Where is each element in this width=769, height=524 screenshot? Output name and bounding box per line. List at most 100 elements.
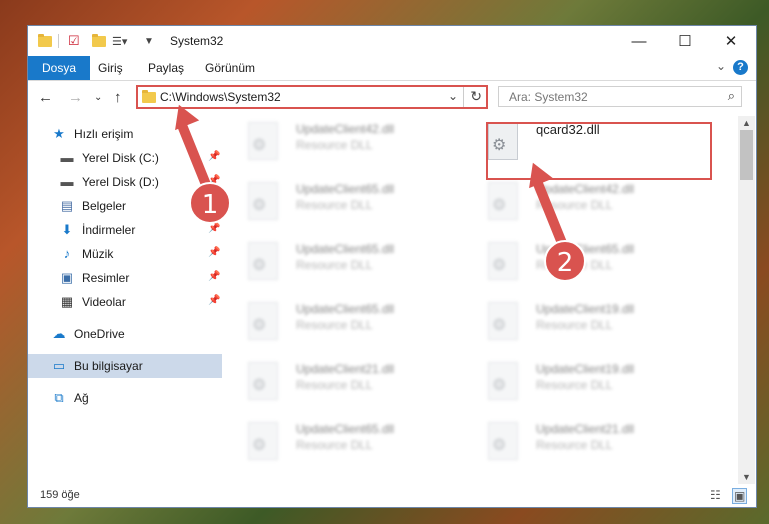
dll-file-icon: ⚙ bbox=[248, 242, 278, 280]
highlight-box bbox=[486, 122, 712, 180]
qat-dropdown-icon[interactable]: ▼ bbox=[144, 33, 154, 49]
sidebar-item-label: Yerel Disk (D:) bbox=[82, 175, 159, 189]
tab-share[interactable]: Paylaş bbox=[136, 56, 196, 80]
pin-icon: 📌 bbox=[208, 295, 221, 306]
recent-locations-icon[interactable]: ⌄ bbox=[94, 92, 102, 103]
tab-file[interactable]: Dosya bbox=[28, 56, 91, 80]
folder-icon bbox=[142, 90, 156, 103]
scrollbar-thumb[interactable] bbox=[740, 130, 753, 180]
sidebar-item-label: Ağ bbox=[74, 391, 89, 405]
up-arrow-icon[interactable]: ↑ bbox=[114, 89, 122, 106]
sidebar-item-pictures[interactable]: ▣ Resimler 📌 bbox=[28, 266, 222, 290]
download-icon: ⬇ bbox=[61, 222, 73, 237]
dll-file-icon: ⚙ bbox=[248, 302, 278, 340]
dll-file-icon: ⚙ bbox=[248, 182, 278, 220]
file-type: Resource DLL bbox=[536, 318, 613, 332]
sidebar-item-label: Videolar bbox=[82, 295, 126, 309]
list-item[interactable]: ⚙ UpdateClient42.dll Resource DLL bbox=[224, 116, 454, 172]
step-2-callout: 2 bbox=[544, 240, 586, 282]
scroll-down-icon[interactable]: ▼ bbox=[742, 472, 751, 482]
sidebar-item-label: Belgeler bbox=[82, 199, 127, 213]
customize-qat-icon[interactable]: ☰▾ bbox=[112, 33, 127, 49]
dll-file-icon: ⚙ bbox=[488, 182, 518, 220]
chevron-down-icon[interactable]: ⌄ bbox=[448, 89, 458, 103]
cloud-icon: ☁ bbox=[52, 326, 66, 341]
list-item[interactable]: ⚙ UpdateClient21.dll Resource DLL bbox=[224, 356, 454, 412]
file-type: Resource DLL bbox=[536, 378, 613, 392]
sidebar-item-onedrive[interactable]: ☁ OneDrive bbox=[28, 322, 222, 346]
list-item[interactable]: ⚙ UpdateClient65.dll Resource DLL bbox=[224, 296, 454, 352]
back-arrow-icon[interactable]: ← bbox=[38, 89, 53, 106]
sidebar-item-label: Yerel Disk (C:) bbox=[82, 151, 159, 165]
sidebar-item-label: Resimler bbox=[82, 271, 130, 285]
list-item[interactable]: ⚙ UpdateClient65.dll Resource DLL bbox=[224, 176, 454, 232]
title-bar: ☑ ☰▾ ▼ System32 — ☐ ✕ bbox=[28, 26, 756, 56]
list-item[interactable]: ⚙ UpdateClient19.dll Resource DLL bbox=[464, 356, 694, 412]
sidebar-item-label: Bu bilgisayar bbox=[74, 359, 143, 373]
window-title: System32 bbox=[170, 34, 224, 48]
sidebar-item-this-pc[interactable]: ▭ Bu bilgisayar bbox=[28, 354, 222, 378]
sidebar-item-music[interactable]: ♪ Müzik 📌 bbox=[28, 242, 222, 266]
address-path[interactable]: C:\Windows\System32 bbox=[160, 90, 281, 104]
search-input[interactable]: Ara: System32 ⌕ bbox=[498, 86, 742, 107]
maximize-button[interactable]: ☐ bbox=[662, 26, 708, 56]
status-bar: 159 öğe ☷ ▣ bbox=[28, 484, 756, 508]
dll-file-icon: ⚙ bbox=[488, 362, 518, 400]
dll-file-icon: ⚙ bbox=[488, 302, 518, 340]
computer-icon: ▭ bbox=[52, 358, 66, 373]
divider bbox=[463, 87, 464, 107]
pin-icon: 📌 bbox=[208, 223, 221, 234]
sidebar-item-downloads[interactable]: ⬇ İndirmeler 📌 bbox=[28, 218, 222, 242]
file-type: Resource DLL bbox=[296, 438, 373, 452]
pin-icon: 📌 bbox=[208, 247, 221, 258]
file-name: UpdateClient65.dll bbox=[296, 182, 395, 196]
close-button[interactable]: ✕ bbox=[708, 26, 754, 56]
list-item[interactable]: ⚙ UpdateClient65.dll Resource DLL bbox=[224, 416, 454, 472]
drive-icon: ▬ bbox=[60, 174, 74, 189]
forward-arrow-icon[interactable]: → bbox=[68, 89, 83, 106]
details-view-icon[interactable]: ☷ bbox=[710, 488, 721, 502]
minimize-button[interactable]: — bbox=[616, 26, 662, 56]
file-name: UpdateClient19.dll bbox=[536, 362, 635, 376]
sidebar-item-network[interactable]: ⧉ Ağ bbox=[28, 386, 222, 410]
list-item[interactable]: ⚙ UpdateClient19.dll Resource DLL bbox=[464, 296, 694, 352]
navigation-bar: ← → ⌄ ↑ C:\Windows\System32 ⌄ ↻ Ara: Sys… bbox=[28, 81, 756, 115]
list-item[interactable]: ⚙ UpdateClient21.dll Resource DLL bbox=[464, 416, 694, 472]
dll-file-icon: ⚙ bbox=[248, 422, 278, 460]
item-count: 159 öğe bbox=[40, 489, 80, 501]
pin-icon: 📌 bbox=[208, 151, 221, 162]
dll-file-icon: ⚙ bbox=[248, 362, 278, 400]
search-icon[interactable]: ⌕ bbox=[728, 88, 735, 104]
file-name: UpdateClient21.dll bbox=[296, 362, 395, 376]
drive-icon: ▬ bbox=[60, 150, 74, 165]
scroll-up-icon[interactable]: ▲ bbox=[742, 118, 751, 128]
divider bbox=[58, 34, 59, 48]
search-placeholder: Ara: System32 bbox=[509, 90, 588, 104]
tab-home[interactable]: Giriş bbox=[86, 56, 135, 80]
list-item[interactable]: ⚙ UpdateClient65.dll Resource DLL bbox=[224, 236, 454, 292]
list-item[interactable]: ⚙ UpdateClient42.dll Resource DLL bbox=[464, 176, 694, 232]
tiles-view-icon[interactable]: ▣ bbox=[732, 488, 748, 504]
ribbon-tabs: Dosya Giriş Paylaş Görünüm ⌄ ? bbox=[28, 56, 756, 81]
dll-file-icon: ⚙ bbox=[248, 122, 278, 160]
vertical-scrollbar[interactable]: ▲ ▼ bbox=[738, 116, 755, 484]
file-explorer-window: ☑ ☰▾ ▼ System32 — ☐ ✕ Dosya Giriş Paylaş… bbox=[27, 25, 757, 508]
star-icon: ★ bbox=[53, 126, 65, 141]
new-folder-icon[interactable] bbox=[92, 33, 106, 49]
file-name: UpdateClient65.dll bbox=[296, 422, 395, 436]
sidebar-item-videos[interactable]: ▦ Videolar 📌 bbox=[28, 290, 222, 314]
file-type: Resource DLL bbox=[536, 438, 613, 452]
file-name: UpdateClient42.dll bbox=[536, 182, 635, 196]
pin-icon: 📌 bbox=[208, 271, 221, 282]
pictures-icon: ▣ bbox=[60, 270, 74, 285]
dll-file-icon: ⚙ bbox=[488, 242, 518, 280]
refresh-icon[interactable]: ↻ bbox=[470, 88, 482, 105]
navigation-pane: ★ Hızlı erişim ▬ Yerel Disk (C:) 📌 ▬ Yer… bbox=[28, 116, 222, 484]
expand-ribbon-icon[interactable]: ⌄ bbox=[716, 59, 726, 73]
file-type: Resource DLL bbox=[296, 198, 373, 212]
tab-view[interactable]: Görünüm bbox=[193, 56, 267, 80]
network-icon: ⧉ bbox=[54, 390, 64, 405]
help-icon[interactable]: ? bbox=[733, 60, 748, 75]
sidebar-item-label: Müzik bbox=[82, 247, 114, 261]
properties-icon[interactable]: ☑ bbox=[68, 33, 80, 49]
